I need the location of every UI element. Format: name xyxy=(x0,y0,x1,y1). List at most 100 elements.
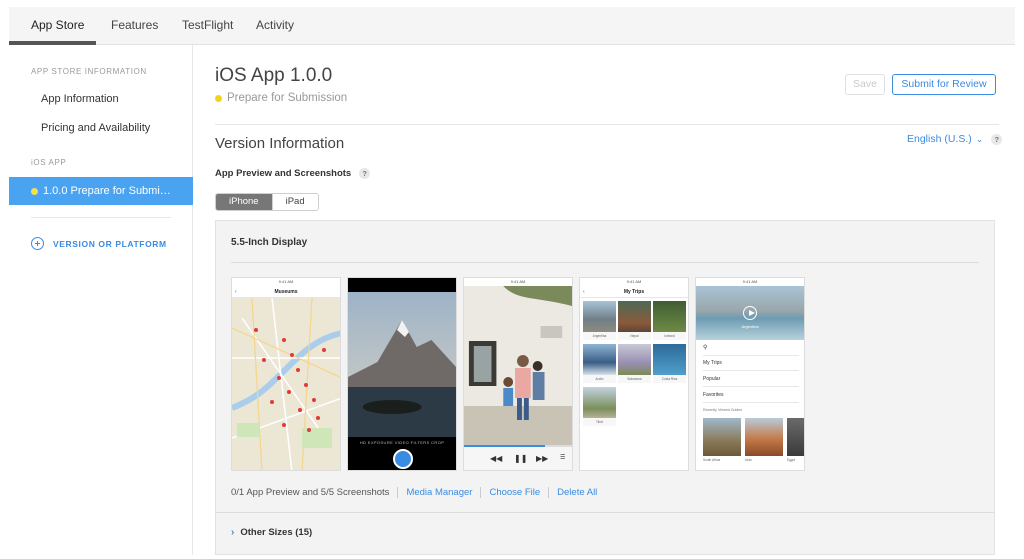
plus-circle-icon xyxy=(31,237,44,250)
segment-ipad[interactable]: iPad xyxy=(271,194,318,210)
preview-heading: App Preview and Screenshots ? xyxy=(215,168,371,179)
add-version-or-platform-button[interactable]: VERSION OR PLATFORM xyxy=(31,237,167,250)
chevron-down-icon: ⌄ xyxy=(975,133,984,144)
app-window: App Store Features TestFlight Activity A… xyxy=(9,7,1015,555)
list-icon: ☰ xyxy=(560,455,566,461)
guide-thumbnail-label: Egypt xyxy=(787,458,796,462)
sidebar-item-app-information[interactable]: App Information xyxy=(41,93,119,105)
map-pin-icon xyxy=(254,328,258,332)
map-pin-icon xyxy=(262,358,266,362)
trip-tile-label: Costa Rica xyxy=(653,375,686,383)
mountain-photo xyxy=(348,292,456,437)
panel-footer: 0/1 App Preview and 5/5 Screenshots Medi… xyxy=(231,487,597,498)
map-pin-icon xyxy=(282,423,286,427)
tab-activity[interactable]: Activity xyxy=(256,18,294,32)
screenshot-strip: 9:41 AM ‹ Museums HD EXPOSURE VIDEO FILT… xyxy=(231,277,805,471)
map-pin-icon xyxy=(287,390,291,394)
shutter-button xyxy=(393,449,413,469)
sidebar: APP STORE INFORMATION App Information Pr… xyxy=(9,45,193,555)
display-title: 5.5-Inch Display xyxy=(231,237,308,248)
divider xyxy=(215,124,999,125)
divider xyxy=(216,512,994,513)
sidebar-divider xyxy=(31,217,171,218)
tab-features[interactable]: Features xyxy=(111,18,158,32)
recently-viewed-heading: Recently Viewed Guides xyxy=(703,408,743,412)
trip-tile-label: Iceland xyxy=(653,332,686,340)
language-selector[interactable]: English (U.S.) ⌄ ? xyxy=(907,133,1003,145)
map-pin-icon xyxy=(277,376,281,380)
map-pin-icon xyxy=(298,408,302,412)
guide-thumbnail xyxy=(787,418,804,456)
preview-label: App Preview and Screenshots xyxy=(215,168,352,179)
separator xyxy=(548,487,550,498)
screen-nav-title: ‹ My Trips xyxy=(580,286,688,298)
page-title: iOS App 1.0.0 xyxy=(215,65,333,86)
screenshot-4[interactable]: 9:41 AM ‹ My Trips Argentina Nepal Icelan… xyxy=(579,277,689,471)
guide-thumbnail-label: South Africa xyxy=(703,458,721,462)
sidebar-heading-ios-app: iOS APP xyxy=(31,158,67,167)
menu-item-my-trips: My Trips xyxy=(703,356,799,371)
play-icon xyxy=(743,306,757,320)
trip-tile-label: Argentina xyxy=(583,332,616,340)
trip-tile xyxy=(583,301,616,332)
device-segmented-control: iPhone iPad xyxy=(215,193,319,211)
status-bar-time: 9:41 AM xyxy=(510,279,526,284)
guide-thumbnail xyxy=(703,418,741,456)
divider xyxy=(231,262,979,263)
map-pin-icon xyxy=(322,348,326,352)
trip-tile-label: Nepal xyxy=(618,332,651,340)
add-version-label: VERSION OR PLATFORM xyxy=(53,238,167,249)
save-button[interactable]: Save xyxy=(845,74,885,95)
screenshot-2[interactable]: HD EXPOSURE VIDEO FILTERS CROP xyxy=(347,277,457,471)
chevron-right-icon: › xyxy=(231,527,235,538)
segment-iphone[interactable]: iPhone xyxy=(216,194,272,210)
tab-app-store[interactable]: App Store xyxy=(31,18,84,32)
screenshot-3[interactable]: 9:41 AM ◀◀ ❚❚ ▶▶ ☰ xyxy=(463,277,573,471)
map-image xyxy=(232,297,340,470)
map-pin-icon xyxy=(304,383,308,387)
back-chevron-icon: ‹ xyxy=(235,289,237,295)
status-bar-time: 9:41 AM xyxy=(278,279,294,284)
menu-item-favorites: Favorites xyxy=(703,388,799,403)
progress-bar xyxy=(464,445,572,447)
status-dot-icon xyxy=(31,188,38,195)
screenshot-1[interactable]: 9:41 AM ‹ Museums xyxy=(231,277,341,471)
screenshot-5[interactable]: 9:41 AM Argentina ⚲ My Trips Popular Fav… xyxy=(695,277,805,471)
help-icon[interactable]: ? xyxy=(991,133,1003,145)
map-pin-icon xyxy=(296,368,300,372)
delete-all-link[interactable]: Delete All xyxy=(557,487,597,498)
trip-tile xyxy=(583,387,616,418)
hero-image: Argentina xyxy=(696,286,804,340)
trip-tile xyxy=(618,301,651,332)
pause-icon: ❚❚ xyxy=(514,454,528,463)
choose-file-link[interactable]: Choose File xyxy=(489,487,540,498)
menu-item-popular: Popular xyxy=(703,372,799,387)
sidebar-item-pricing[interactable]: Pricing and Availability xyxy=(41,122,150,134)
top-tab-bar: App Store Features TestFlight Activity xyxy=(9,7,1015,45)
fast-forward-icon: ▶▶ xyxy=(536,454,549,463)
sidebar-item-version[interactable]: 1.0.0 Prepare for Submi… xyxy=(9,177,193,205)
map-pin-icon xyxy=(307,428,311,432)
media-manager-link[interactable]: Media Manager xyxy=(406,487,472,498)
map-pin-icon xyxy=(270,400,274,404)
help-icon[interactable]: ? xyxy=(359,168,371,179)
main-content: iOS App 1.0.0 Prepare for Submission Sav… xyxy=(215,45,1005,555)
tab-testflight[interactable]: TestFlight xyxy=(182,18,233,32)
sidebar-heading-app-store-information: APP STORE INFORMATION xyxy=(31,67,147,76)
section-title: Version Information xyxy=(215,135,345,152)
trip-tile-label: Tibet xyxy=(583,418,616,426)
trip-tile xyxy=(618,344,651,375)
other-sizes-toggle[interactable]: › Other Sizes (15) xyxy=(231,527,312,538)
submit-for-review-button[interactable]: Submit for Review xyxy=(892,74,996,95)
separator xyxy=(397,487,399,498)
separator xyxy=(480,487,482,498)
status-badge: Prepare for Submission xyxy=(215,92,347,104)
map-pin-icon xyxy=(290,353,294,357)
guide-thumbnail-label: Utah xyxy=(745,458,752,462)
trip-tile-label: Arctic xyxy=(583,375,616,383)
back-chevron-icon: ‹ xyxy=(583,289,585,295)
map-pin-icon xyxy=(282,338,286,342)
other-sizes-label: Other Sizes (15) xyxy=(240,527,313,538)
sidebar-item-version-label: 1.0.0 Prepare for Submi… xyxy=(43,185,171,197)
trip-tile xyxy=(653,301,686,332)
